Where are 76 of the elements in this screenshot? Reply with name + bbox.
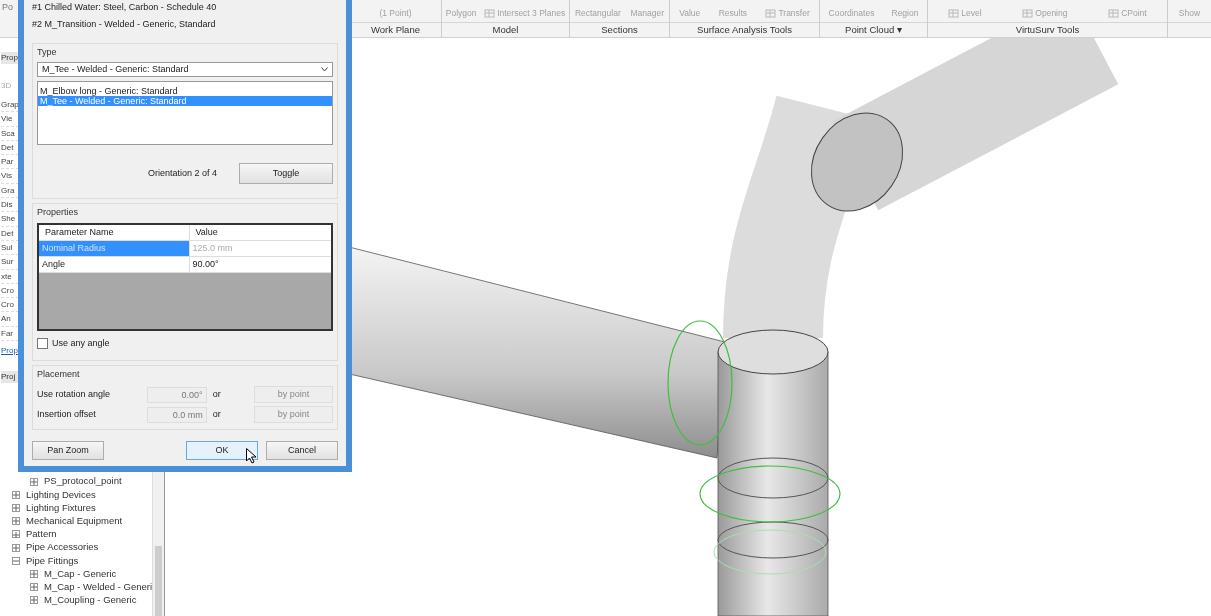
toggle-button[interactable]: Toggle xyxy=(239,163,333,184)
column-header: Value xyxy=(189,224,331,241)
list-option[interactable]: M_Elbow long - Generic: Standard xyxy=(38,86,332,96)
expand-icon[interactable] xyxy=(12,517,20,526)
tree-item[interactable]: Mechanical Equipment xyxy=(26,514,123,529)
tool-icon xyxy=(484,8,496,20)
ribbon-tool-label[interactable]: Po xyxy=(2,2,13,12)
ribbon-tool[interactable]: Intersect 3 Planes xyxy=(484,7,566,20)
tool-icon xyxy=(765,8,777,20)
ribbon-tool[interactable]: Rectangular xyxy=(574,7,621,20)
panel-label: Point Cloud ▾ xyxy=(845,24,902,35)
ribbon-tool[interactable]: Polygon xyxy=(445,7,477,20)
chevron-icon xyxy=(321,67,328,72)
expand-icon[interactable] xyxy=(12,490,20,499)
tree-item[interactable]: PS_protocol_point xyxy=(44,474,122,489)
ribbon-tool[interactable]: Show xyxy=(1178,7,1201,20)
tree-item[interactable]: Lighting Fixtures xyxy=(26,500,96,516)
panel-label: Model xyxy=(492,24,519,35)
tree-item[interactable]: M_Cap - Welded - Generi xyxy=(44,579,153,595)
ribbon-tool[interactable]: Results xyxy=(718,7,748,20)
tree-item[interactable]: Pipe Fittings xyxy=(26,553,79,568)
column-header: Parameter Name xyxy=(39,224,189,241)
expand-icon[interactable] xyxy=(30,583,38,592)
connection-label: #1 Chilled Water: Steel, Carbon - Schedule 40 xyxy=(32,0,218,14)
group-label: Placement xyxy=(37,368,81,381)
tree-item[interactable]: M_Cap - Generic xyxy=(44,566,117,582)
ribbon-tool[interactable]: (1 Point) xyxy=(379,7,412,20)
or-label: or xyxy=(211,407,222,421)
list-option[interactable]: M_Tee - Welded - Generic: Standard xyxy=(38,96,332,106)
cancel-button[interactable]: Cancel xyxy=(266,441,338,460)
panel-label: VirtuSurv Tools xyxy=(1015,24,1080,35)
panel-label: Work Plane xyxy=(371,24,420,35)
field-label: Insertion offset xyxy=(37,407,97,421)
view-selector: 3D xyxy=(1,80,12,92)
ribbon-tool[interactable]: Level xyxy=(948,7,982,20)
tool-icon xyxy=(1108,8,1120,20)
expand-icon[interactable] xyxy=(12,530,20,539)
tool-icon xyxy=(1022,8,1034,20)
orientation-label: Orientation 2 of 4 xyxy=(147,166,217,180)
expand-icon[interactable] xyxy=(12,543,20,552)
tool-icon xyxy=(948,8,960,20)
collapse-icon[interactable] xyxy=(12,556,20,565)
parameter-cell[interactable]: Angle xyxy=(39,256,189,273)
checkbox[interactable] xyxy=(37,337,48,349)
ribbon-tool[interactable]: Manager xyxy=(630,7,665,20)
expand-icon[interactable] xyxy=(30,477,38,486)
ribbon-tool[interactable]: Transfer xyxy=(765,7,810,20)
tree-item[interactable]: M_Coupling - Generic xyxy=(44,593,137,608)
expand-icon[interactable] xyxy=(30,596,38,605)
tree-item[interactable]: Lighting Devices xyxy=(26,487,96,502)
ok-button[interactable]: OK xyxy=(186,441,258,460)
tree-item[interactable]: Pattern xyxy=(26,527,57,542)
pan-zoom-button[interactable]: Pan Zoom xyxy=(32,441,104,460)
cursor-icon xyxy=(246,448,257,464)
value-cell[interactable]: 90.00° xyxy=(189,256,331,273)
panel-label: Surface Analysis Tools xyxy=(697,24,792,35)
panel-tab[interactable]: Prop xyxy=(1,52,19,64)
expand-icon[interactable] xyxy=(12,503,20,512)
field-label: Use rotation angle xyxy=(37,387,112,401)
ribbon-tool[interactable]: Coordinates xyxy=(828,7,875,20)
group-label: Type xyxy=(37,45,58,59)
scrollbar[interactable] xyxy=(152,472,164,616)
tree-item[interactable]: Pipe Accessories xyxy=(26,540,99,555)
expand-icon[interactable] xyxy=(30,569,38,578)
checkbox-label: Use any angle xyxy=(52,336,110,350)
ribbon-tool[interactable]: Opening xyxy=(1022,7,1068,20)
panel-label: Sections xyxy=(601,24,638,35)
connection-label: #2 M_Transition - Welded - Generic, Standard xyxy=(32,17,217,31)
or-label: or xyxy=(211,387,222,401)
ribbon-tool[interactable]: Region xyxy=(891,7,919,20)
properties-link[interactable]: Prop xyxy=(1,345,18,358)
group-label: Properties xyxy=(37,206,80,219)
ribbon-tool[interactable]: CPoint xyxy=(1108,7,1147,20)
ribbon-tool[interactable]: Value xyxy=(679,7,701,20)
panel-tab[interactable]: Proj xyxy=(1,371,19,384)
type-dropdown[interactable]: M_Tee - Welded - Generic: Standard xyxy=(37,62,333,77)
